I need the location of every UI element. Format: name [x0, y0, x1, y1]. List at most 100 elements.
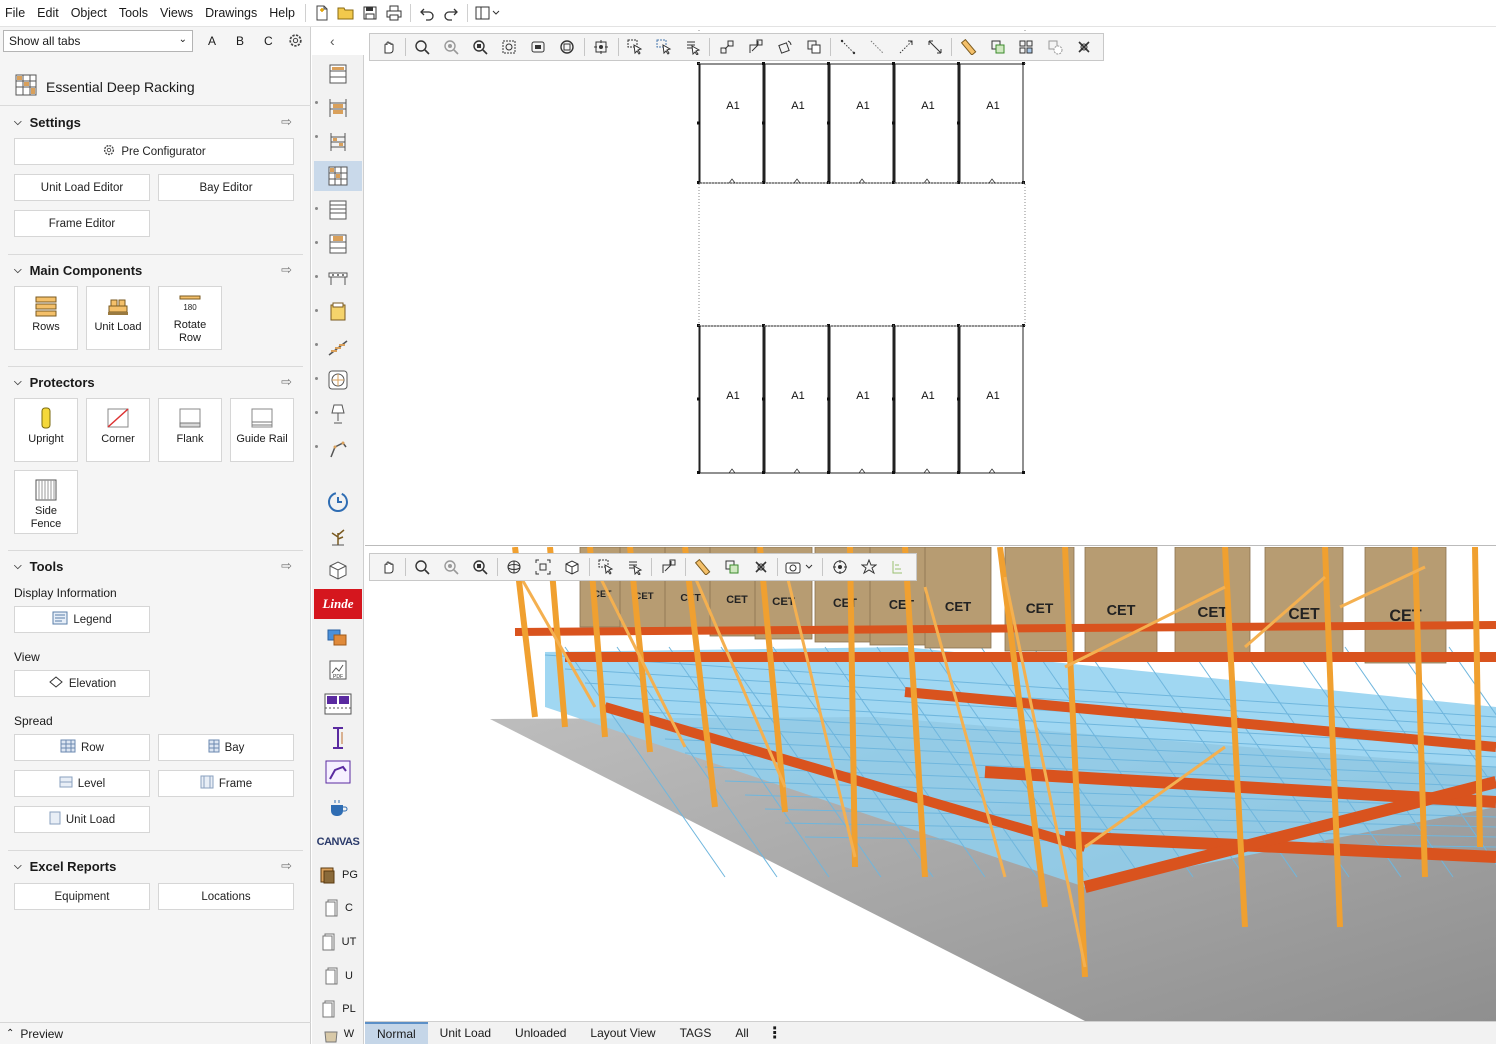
- print-icon[interactable]: [382, 1, 406, 25]
- drawing-2d-view[interactable]: A1 A1 A1 A1 A1 A1 A1 A1 A1 A1: [365, 28, 1496, 546]
- section-excel-reports-popout-icon[interactable]: ⇨: [281, 858, 292, 874]
- tab-filter-select[interactable]: Show all tabs ⌄: [3, 30, 193, 52]
- zoom-all-icon[interactable]: [553, 35, 582, 59]
- strip-item-w[interactable]: W: [314, 1025, 362, 1043]
- star-icon[interactable]: [854, 555, 883, 579]
- array-icon[interactable]: [1012, 35, 1041, 59]
- strip-robot-arm[interactable]: [314, 433, 362, 463]
- tab-all[interactable]: All: [723, 1022, 760, 1044]
- filter-b[interactable]: B: [236, 34, 244, 48]
- strip-fan[interactable]: [314, 365, 362, 395]
- collapse-panel-icon[interactable]: ‹: [330, 33, 335, 49]
- strip-robot[interactable]: [314, 757, 362, 787]
- select-list-icon[interactable]: [679, 35, 708, 59]
- layout-icon[interactable]: [472, 1, 504, 25]
- strip-lamp[interactable]: [314, 399, 362, 429]
- open-folder-icon[interactable]: [334, 1, 358, 25]
- strip-coffee[interactable]: [314, 793, 362, 823]
- unit-load-tile[interactable]: Unit Load: [86, 286, 150, 350]
- unit-load-editor-button[interactable]: Unit Load Editor: [14, 174, 150, 201]
- equipment-report-button[interactable]: Equipment: [14, 883, 150, 910]
- stretch-icon[interactable]: [654, 555, 683, 579]
- pan-hand-icon[interactable]: [374, 555, 403, 579]
- pre-configurator-button[interactable]: Pre Configurator: [14, 138, 294, 165]
- side-fence-tile[interactable]: Side Fence: [14, 470, 78, 534]
- strip-stairs[interactable]: [314, 331, 362, 361]
- zoom-out-icon[interactable]: [437, 555, 466, 579]
- menu-edit[interactable]: Edit: [31, 0, 65, 27]
- dimension-3d-icon[interactable]: [891, 35, 920, 59]
- corner-protector-tile[interactable]: Corner: [86, 398, 150, 462]
- box-3d-icon[interactable]: [558, 555, 587, 579]
- strip-shelving[interactable]: [314, 195, 362, 225]
- snap-icon[interactable]: [587, 35, 616, 59]
- strip-canvas[interactable]: CANVAS: [314, 827, 362, 857]
- tab-unloaded[interactable]: Unloaded: [503, 1022, 578, 1044]
- menu-help[interactable]: Help: [263, 0, 301, 27]
- level-marker-icon[interactable]: [883, 555, 912, 579]
- menu-drawings[interactable]: Drawings: [199, 0, 263, 27]
- tab-unit-load[interactable]: Unit Load: [428, 1022, 503, 1044]
- strip-racking-frame[interactable]: [314, 59, 362, 89]
- zoom-icon[interactable]: [408, 555, 437, 579]
- filter-c[interactable]: C: [264, 34, 273, 48]
- section-tools-header[interactable]: ⌵ Tools: [14, 559, 63, 574]
- section-protectors-header[interactable]: ⌵ Protectors: [14, 375, 95, 390]
- strip-item-u[interactable]: U: [314, 961, 362, 991]
- delete-icon[interactable]: [1070, 35, 1099, 59]
- fit-3d-icon[interactable]: [529, 555, 558, 579]
- ruler-icon[interactable]: [954, 35, 983, 59]
- section-protectors-popout-icon[interactable]: ⇨: [281, 374, 292, 390]
- strip-item-pl[interactable]: PL: [314, 994, 362, 1024]
- preview-toggle[interactable]: ⌃ Preview: [0, 1022, 311, 1044]
- stretch-icon[interactable]: [741, 35, 770, 59]
- redo-icon[interactable]: [439, 1, 463, 25]
- tab-normal[interactable]: Normal: [365, 1022, 428, 1044]
- zoom-icon[interactable]: [408, 35, 437, 59]
- measure-icon[interactable]: [920, 35, 949, 59]
- strip-mezzanine-rack[interactable]: [314, 229, 362, 259]
- rows-tile[interactable]: Rows: [14, 286, 78, 350]
- copy-green-icon[interactable]: [983, 35, 1012, 59]
- section-main-components-popout-icon[interactable]: ⇨: [281, 262, 292, 278]
- strip-deep-racking[interactable]: [314, 161, 362, 191]
- menu-views[interactable]: Views: [154, 0, 199, 27]
- locations-report-button[interactable]: Locations: [158, 883, 294, 910]
- strip-linde[interactable]: Linde: [314, 589, 362, 619]
- section-tools-popout-icon[interactable]: ⇨: [281, 558, 292, 574]
- menu-tools[interactable]: Tools: [113, 0, 154, 27]
- camera-dropdown-icon[interactable]: [780, 555, 820, 579]
- strip-pallet-racking[interactable]: [314, 127, 362, 157]
- strip-containers[interactable]: [314, 297, 362, 327]
- strip-layers[interactable]: [314, 623, 362, 653]
- strip-conveyor[interactable]: [314, 263, 362, 293]
- spread-row-button[interactable]: Row: [14, 734, 150, 761]
- line-icon[interactable]: [833, 35, 862, 59]
- ruler-icon[interactable]: [688, 555, 717, 579]
- copy-icon[interactable]: [799, 35, 828, 59]
- rotate-icon[interactable]: [770, 35, 799, 59]
- tab-layout-view[interactable]: Layout View: [578, 1022, 667, 1044]
- section-settings-popout-icon[interactable]: ⇨: [281, 114, 292, 130]
- more-tabs-icon[interactable]: ⋮: [761, 1022, 789, 1044]
- legend-button[interactable]: Legend: [14, 606, 150, 633]
- flank-protector-tile[interactable]: Flank: [158, 398, 222, 462]
- strip-clock[interactable]: [314, 487, 362, 517]
- delete-icon[interactable]: [746, 555, 775, 579]
- focus-icon[interactable]: [825, 555, 854, 579]
- select-icon[interactable]: [592, 555, 621, 579]
- select-icon[interactable]: [621, 35, 650, 59]
- select-list-icon[interactable]: [621, 555, 650, 579]
- zoom-window-icon[interactable]: [495, 35, 524, 59]
- save-icon[interactable]: [358, 1, 382, 25]
- spread-unit-load-button[interactable]: Unit Load: [14, 806, 150, 833]
- frame-editor-button[interactable]: Frame Editor: [14, 210, 150, 237]
- zoom-extents-icon[interactable]: [466, 35, 495, 59]
- new-file-icon[interactable]: [310, 1, 334, 25]
- strip-item-c[interactable]: C: [314, 893, 362, 923]
- strip-plant[interactable]: [314, 521, 362, 551]
- strip-drive-in[interactable]: [314, 93, 362, 123]
- settings-copy-icon[interactable]: [1041, 35, 1070, 59]
- zoom-selected-icon[interactable]: [524, 35, 553, 59]
- dimension-icon[interactable]: [862, 35, 891, 59]
